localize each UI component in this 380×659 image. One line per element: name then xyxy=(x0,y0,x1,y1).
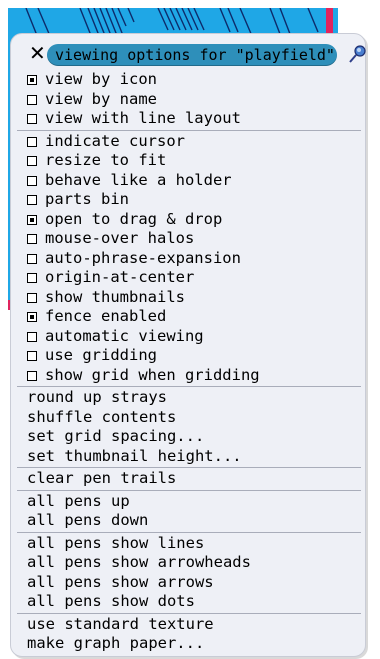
menu-item-label: set thumbnail height... xyxy=(27,446,242,465)
checkbox-checked-icon[interactable] xyxy=(27,312,37,322)
menu-item-label: all pens show dots xyxy=(27,592,195,610)
menu-item-make-graph-paper[interactable]: make graph paper... xyxy=(11,634,367,654)
menu-item-label: view by icon xyxy=(45,70,157,88)
menu-item-label: make graph paper... xyxy=(27,634,205,652)
menu-title-bar: ✕ viewing options for "playfield" xyxy=(29,42,366,66)
menu-item-fence-enabled[interactable]: fence enabled xyxy=(11,307,367,327)
menu-item-label: show thumbnails xyxy=(45,287,185,306)
checkbox-unchecked-icon[interactable] xyxy=(27,331,37,342)
menu-item-indicate-cursor[interactable]: indicate cursor xyxy=(11,132,367,152)
checkbox-checked-icon[interactable] xyxy=(27,75,37,85)
menu-item-automatic-viewing[interactable]: automatic viewing xyxy=(11,327,367,347)
menu-item-label: view by name xyxy=(45,89,157,108)
menu-item-all-pens-show-arrowheads[interactable]: all pens show arrowheads xyxy=(11,553,367,573)
menu-item-all-pens-down[interactable]: all pens down xyxy=(11,511,367,531)
close-icon[interactable]: ✕ xyxy=(29,43,46,63)
checkbox-unchecked-icon[interactable] xyxy=(27,253,37,264)
checkbox-unchecked-icon[interactable] xyxy=(27,292,37,303)
menu-item-label: all pens show arrows xyxy=(27,572,214,591)
checkbox-unchecked-icon[interactable] xyxy=(27,370,37,381)
menu-item-set-thumbnail-height[interactable]: set thumbnail height... xyxy=(11,447,367,467)
menu-item-label: view with line layout xyxy=(45,109,241,127)
menu-item-label: fence enabled xyxy=(45,307,167,325)
menu-item-show-thumbnails[interactable]: show thumbnails xyxy=(11,288,367,308)
checkbox-unchecked-icon[interactable] xyxy=(27,351,37,361)
menu-item-label: mouse-over halos xyxy=(45,229,195,247)
menu-separator xyxy=(17,531,361,533)
menu-item-label: all pens show arrowheads xyxy=(27,553,251,571)
menu-separator xyxy=(17,129,361,131)
checkbox-checked-icon[interactable] xyxy=(27,214,37,225)
menu-item-mouse-over-halos[interactable]: mouse-over halos xyxy=(11,229,367,249)
menu-item-label: all pens down xyxy=(27,511,149,529)
checkbox-unchecked-icon[interactable] xyxy=(27,234,37,244)
menu-item-label: parts bin xyxy=(45,190,129,208)
menu-item-label: clear pen trails xyxy=(27,469,177,487)
menu-item-label: all pens show lines xyxy=(27,533,205,552)
menu-separator xyxy=(17,612,361,614)
menu-item-behave-like-a-holder[interactable]: behave like a holder xyxy=(11,171,367,191)
checkbox-unchecked-icon[interactable] xyxy=(27,156,37,166)
menu-item-parts-bin[interactable]: parts bin xyxy=(11,190,367,210)
menu-item-label: origin-at-center xyxy=(45,268,195,286)
menu-item-label: open to drag & drop xyxy=(45,209,223,228)
menu-item-label: resize to fit xyxy=(45,151,167,169)
menu-item-auto-phrase-expansion[interactable]: auto-phrase-expansion xyxy=(11,249,367,269)
menu-title: viewing options for "playfield" xyxy=(55,46,335,64)
menu-item-label: all pens up xyxy=(27,491,130,510)
checkbox-unchecked-icon[interactable] xyxy=(27,273,37,283)
menu-separator xyxy=(17,489,361,491)
menu-item-label: set grid spacing... xyxy=(27,427,205,445)
menu-item-shuffle-contents[interactable]: shuffle contents xyxy=(11,408,367,428)
menu-item-label: automatic viewing xyxy=(45,326,204,345)
menu-item-label: behave like a holder xyxy=(45,170,232,189)
menu-item-label: indicate cursor xyxy=(45,131,185,150)
menu-item-use-standard-texture[interactable]: use standard texture xyxy=(11,615,367,635)
menu-item-show-grid-when-gridding[interactable]: show grid when gridding xyxy=(11,366,367,386)
pushpin-icon[interactable] xyxy=(347,44,367,64)
menu-item-all-pens-show-lines[interactable]: all pens show lines xyxy=(11,534,367,554)
menu-item-open-to-drag-drop[interactable]: open to drag & drop xyxy=(11,210,367,230)
menu-item-label: use gridding xyxy=(45,346,157,364)
menu-separator xyxy=(17,467,361,468)
checkbox-unchecked-icon[interactable] xyxy=(27,175,37,186)
menu-item-origin-at-center[interactable]: origin-at-center xyxy=(11,268,367,288)
menu-item-all-pens-show-dots[interactable]: all pens show dots xyxy=(11,592,367,612)
menu-item-label: shuffle contents xyxy=(27,407,177,426)
menu-item-label: round up strays xyxy=(27,388,167,406)
viewing-options-menu: ✕ viewing options for "playfield" view b… xyxy=(10,33,366,657)
menu-item-label: use standard texture xyxy=(27,614,214,633)
menu-item-view-with-line-layout[interactable]: view with line layout xyxy=(11,109,367,129)
menu-item-use-gridding[interactable]: use gridding xyxy=(11,346,367,366)
checkbox-unchecked-icon[interactable] xyxy=(27,94,37,105)
menu-title-pill: viewing options for "playfield" xyxy=(47,44,337,66)
menu-item-label: show grid when gridding xyxy=(45,365,260,384)
checkbox-unchecked-icon[interactable] xyxy=(27,114,37,124)
menu-item-list: view by icon view by name view with line l… xyxy=(11,70,367,654)
menu-item-all-pens-up[interactable]: all pens up xyxy=(11,492,367,512)
menu-item-view-by-icon[interactable]: view by icon xyxy=(11,70,367,90)
menu-item-label: auto-phrase-expansion xyxy=(45,248,241,267)
menu-item-view-by-name[interactable]: view by name xyxy=(11,90,367,110)
checkbox-unchecked-icon[interactable] xyxy=(27,136,37,147)
menu-item-all-pens-show-arrows[interactable]: all pens show arrows xyxy=(11,573,367,593)
menu-item-set-grid-spacing[interactable]: set grid spacing... xyxy=(11,427,367,447)
menu-item-clear-pen-trails[interactable]: clear pen trails xyxy=(11,469,367,489)
menu-separator xyxy=(17,386,361,387)
menu-item-round-up-strays[interactable]: round up strays xyxy=(11,388,367,408)
checkbox-unchecked-icon[interactable] xyxy=(27,195,37,205)
menu-item-resize-to-fit[interactable]: resize to fit xyxy=(11,151,367,171)
